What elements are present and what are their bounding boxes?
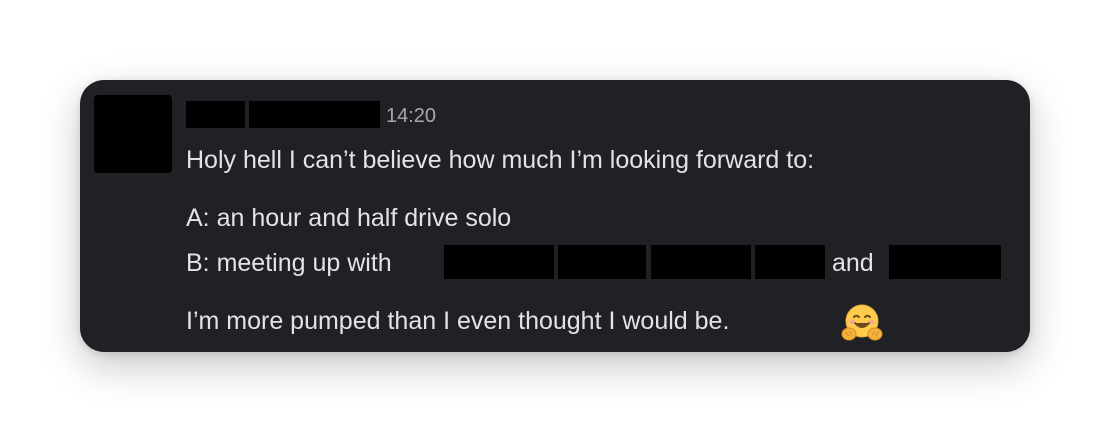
redacted-mention[interactable] — [558, 245, 646, 279]
redacted-mention[interactable] — [889, 245, 1001, 279]
redacted-mention[interactable] — [444, 245, 554, 279]
redacted-sender-name[interactable] — [186, 101, 245, 128]
message-timestamp[interactable]: 14:20 — [386, 104, 436, 128]
avatar[interactable] — [94, 95, 172, 173]
message-card: 14:20 Holy hell I can’t believe how much… — [80, 80, 1030, 352]
redacted-sender-name[interactable] — [249, 101, 380, 128]
redacted-mention[interactable] — [651, 245, 751, 279]
message-line: I’m more pumped than I even thought I wo… — [186, 307, 730, 335]
redacted-mention[interactable] — [755, 245, 825, 279]
message-conjunction: and — [832, 249, 874, 277]
message-line: Holy hell I can’t believe how much I’m l… — [186, 146, 815, 174]
message-line: B: meeting up with — [186, 249, 392, 277]
hugging-face-emoji-icon — [841, 304, 883, 341]
message-line: A: an hour and half drive solo — [186, 204, 512, 232]
